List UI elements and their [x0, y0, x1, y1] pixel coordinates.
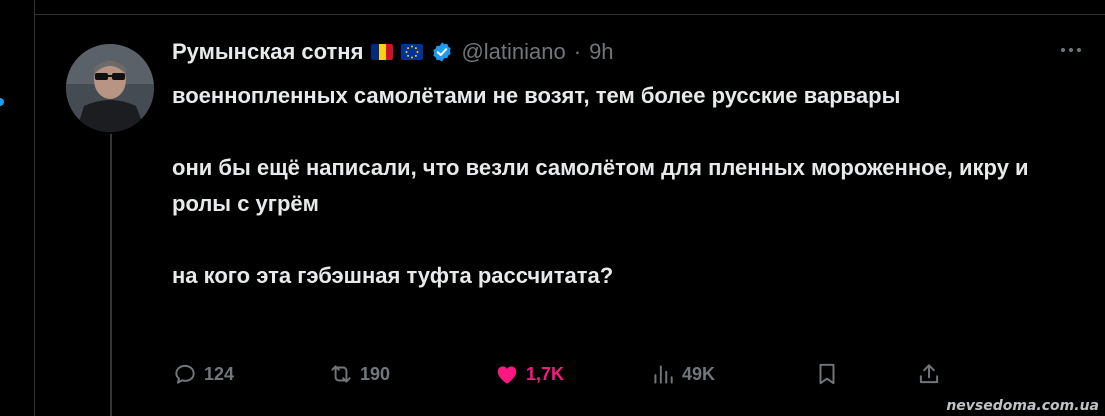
bookmark-icon [819, 363, 835, 385]
verified-badge-icon[interactable] [431, 41, 453, 63]
eu-flag-icon [401, 44, 424, 60]
author-handle[interactable]: @latiniano [461, 39, 565, 65]
avatar-photo [66, 44, 154, 132]
views-icon [654, 365, 673, 384]
reply-count: 124 [204, 363, 235, 384]
more-icon[interactable] [1058, 42, 1084, 58]
tweet-paragraph-2: они бы ещё написали, что везли самолётом… [172, 155, 1029, 216]
separator-dot: · [573, 39, 582, 64]
notification-dot [0, 98, 4, 106]
romania-flag-icon [371, 44, 394, 60]
repost-count: 190 [360, 363, 391, 384]
avatar[interactable] [66, 44, 154, 132]
reply-icon [175, 364, 195, 384]
tweet-paragraph-3: на кого эта гэбэшная туфта рассчитата? [172, 263, 614, 288]
action-bar: 124 190 1,7K 49K [172, 358, 952, 390]
share-button[interactable] [916, 358, 942, 390]
author-name[interactable]: Румынская сотня [172, 39, 363, 65]
repost-button[interactable]: 190 [328, 358, 390, 390]
like-button[interactable]: 1,7K [494, 358, 564, 390]
tweet-paragraph-1: военнопленных самолётами не возят, тем б… [172, 83, 901, 108]
views-count: 49K [682, 363, 716, 384]
timeline-border-left [34, 0, 35, 416]
tweet-header: Румынская сотня @latiniano · 9h [172, 34, 614, 70]
thread-connector-line [110, 134, 112, 416]
share-icon [919, 364, 939, 384]
reply-button[interactable]: 124 [172, 358, 234, 390]
repost-icon [331, 365, 351, 383]
like-icon [497, 366, 517, 384]
watermark: nevsedoma.com.ua [946, 398, 1099, 414]
views-button[interactable]: 49K [650, 358, 715, 390]
tweet-divider [34, 14, 1105, 15]
like-count: 1,7K [526, 363, 565, 384]
tweet-text: военнопленных самолётами не возят, тем б… [172, 78, 1052, 294]
bookmark-button[interactable] [814, 358, 840, 390]
timestamp[interactable]: 9h [589, 39, 613, 65]
